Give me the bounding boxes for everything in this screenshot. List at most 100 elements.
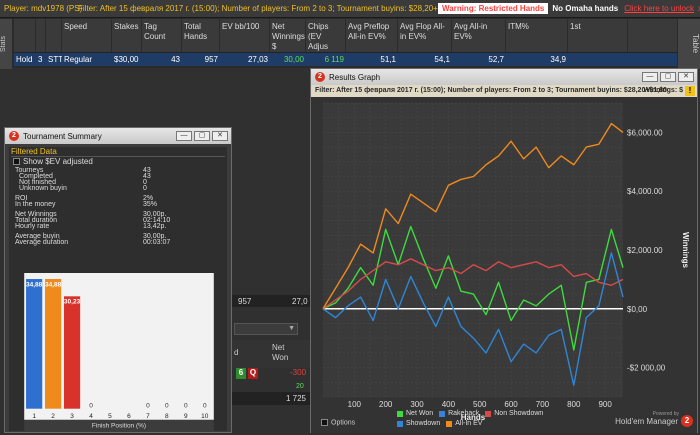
results-graph-titlebar[interactable]: 2 Results Graph — ▢ ✕ <box>311 69 697 85</box>
table-cell: 52,7 <box>488 55 504 64</box>
summary-value: 13,42р. <box>143 223 167 230</box>
window-title: Tournament Summary <box>23 131 102 141</box>
column-header[interactable] <box>14 19 36 52</box>
stats-table-header: Speed Stakes Tag Count Total Hands EV bb/100… <box>14 19 677 53</box>
tournament-summary-window[interactable]: 2 Tournament Summary — ▢ ✕ Filtered Data… <box>4 127 232 433</box>
column-header[interactable]: Total Hands <box>182 19 220 52</box>
legend-label: All-In EV <box>455 420 483 427</box>
x-tick-label: 3 <box>70 413 74 420</box>
no-omaha-label: No Omaha hands <box>552 4 619 13</box>
tournament-summary-titlebar[interactable]: 2 Tournament Summary — ▢ ✕ <box>5 128 231 144</box>
card-badge-six: 6 <box>236 368 246 379</box>
bar-value-label: 34,88 <box>26 281 43 288</box>
column-header[interactable]: EV bb/100 <box>220 19 270 52</box>
column-header[interactable]: 1st <box>568 19 628 52</box>
legend-item[interactable]: Rakeback <box>439 409 479 419</box>
table-side-tab[interactable]: Table <box>678 19 700 69</box>
column-header[interactable]: Net Winnings $ <box>270 19 306 52</box>
filter-bar: Player: mdv1978 (PS) Filter: After 15 фе… <box>0 0 700 18</box>
column-header[interactable] <box>46 19 62 52</box>
x-tick-label: 200 <box>379 400 393 409</box>
y-tick-label: $0,00 <box>627 305 648 314</box>
bg-summary-row[interactable]: 957 27,0 <box>232 295 312 307</box>
table-cell: 54,1 <box>434 55 450 64</box>
y-tick-label: $2,000.00 <box>627 246 663 255</box>
bg-columns-header: d Net Won <box>232 340 312 368</box>
x-tick-label: 10 <box>201 413 209 420</box>
bg-hands-value: 957 <box>238 297 252 306</box>
results-line-chart: 100 200 300 400 500 600 700 800 900 $6,000.00 $4,0… <box>311 97 697 433</box>
bg-total-row: 1 725 <box>232 392 312 405</box>
column-header[interactable] <box>36 19 46 52</box>
column-header[interactable]: Avg Preflop All-in EV% <box>346 19 398 52</box>
options-checkbox[interactable]: Options <box>321 419 365 431</box>
app-logo-icon: 2 <box>9 131 19 141</box>
x-tick-label: 1 <box>32 413 36 420</box>
legend-swatch <box>439 411 446 417</box>
unlock-link[interactable]: Click here to unlock <box>624 4 694 13</box>
summary-row: Hourly rate 13,42р. <box>15 223 166 230</box>
stats-side-tab[interactable]: Stats <box>0 19 12 69</box>
show-sev-checkbox[interactable]: Show $EV adjusted <box>13 157 93 166</box>
legend-label: Net Won <box>406 410 434 417</box>
y-axis-label: Winnings <box>681 232 690 268</box>
restricted-warning: Warning: Restricted Hands <box>438 3 549 14</box>
minimize-icon[interactable]: — <box>176 131 192 141</box>
table-cell: Hold <box>16 55 33 64</box>
bar <box>45 279 62 409</box>
column-header[interactable]: Chips (EV Adjus <box>306 19 346 52</box>
column-header[interactable]: ITM% <box>506 19 568 52</box>
table-cell: 27,03 <box>247 55 268 64</box>
column-header[interactable]: Tag Count <box>142 19 182 52</box>
warning-icon[interactable]: ! <box>685 86 695 96</box>
summary-value: 00:03:07 <box>143 239 171 246</box>
bg-ev-value: 27,0 <box>292 297 308 306</box>
column-header[interactable]: Speed <box>62 19 112 52</box>
filtered-data-label: Filtered Data <box>11 147 225 157</box>
legend-item[interactable]: Showdown <box>397 419 440 429</box>
x-tick-label: 6 <box>127 413 131 420</box>
column-header[interactable]: Avg Flop All-in EV% <box>398 19 452 52</box>
finish-position-chart: 34,88 1 34,88 2 30,23 3 0 4 5 6 0 7 0 8 0 9 0 10 Finish Po… <box>24 273 214 431</box>
bg-net-value: -300 <box>290 368 307 377</box>
column-header[interactable]: Stakes <box>112 19 142 52</box>
x-tick-label: 4 <box>89 413 93 420</box>
bg-dropdown[interactable]: ▼ <box>234 323 298 335</box>
table-cell: STT <box>48 55 62 64</box>
close-icon[interactable]: ✕ <box>212 131 228 141</box>
x-tick-label: 400 <box>442 400 456 409</box>
x-tick-label: 800 <box>567 400 581 409</box>
checkbox-icon[interactable] <box>321 419 328 426</box>
table-cell: 957 <box>204 55 218 64</box>
legend-item[interactable]: All-In EV <box>446 419 482 429</box>
summary-row: In the money 35% <box>15 201 157 208</box>
bar-value-label: 0 <box>165 403 169 410</box>
x-axis-label: Finish Position (%) <box>92 422 146 429</box>
summary-key: Average duration <box>15 239 69 246</box>
checkbox-icon[interactable] <box>13 158 20 165</box>
close-icon[interactable]: ✕ <box>678 72 694 82</box>
options-label: Options <box>331 419 356 427</box>
maximize-icon[interactable]: ▢ <box>660 72 676 82</box>
legend-label: Non Showdown <box>494 410 544 417</box>
legend-label: Rakeback <box>448 410 480 417</box>
x-tick-label: 900 <box>598 400 612 409</box>
stats-table-row[interactable]: Hold 3 STT Regular $30,00 43 957 27,03 30,00 6 11… <box>14 53 677 66</box>
legend-item[interactable]: Non Showdown <box>485 409 543 419</box>
player-label: Player: mdv1978 (PS) <box>4 4 83 13</box>
bar <box>63 296 81 409</box>
bg-col-d: d <box>234 348 239 357</box>
x-tick-label: 2 <box>51 413 55 420</box>
column-header[interactable]: Avg All-in EV% <box>452 19 506 52</box>
x-tick-label: 8 <box>165 413 169 420</box>
results-graph-window[interactable]: 2 Results Graph — ▢ ✕ Filter: After 15 ф… <box>310 68 698 433</box>
maximize-icon[interactable]: ▢ <box>194 131 210 141</box>
legend-swatch <box>397 421 403 427</box>
y-tick-label: $4,000.00 <box>627 187 663 196</box>
legend-item[interactable]: Net Won <box>397 409 433 419</box>
minimize-icon[interactable]: — <box>642 72 658 82</box>
x-tick-label: 7 <box>146 413 150 420</box>
summary-key: In the money <box>15 201 56 208</box>
table-cell: 30,00 <box>283 55 304 64</box>
window-title: Results Graph <box>329 72 381 82</box>
